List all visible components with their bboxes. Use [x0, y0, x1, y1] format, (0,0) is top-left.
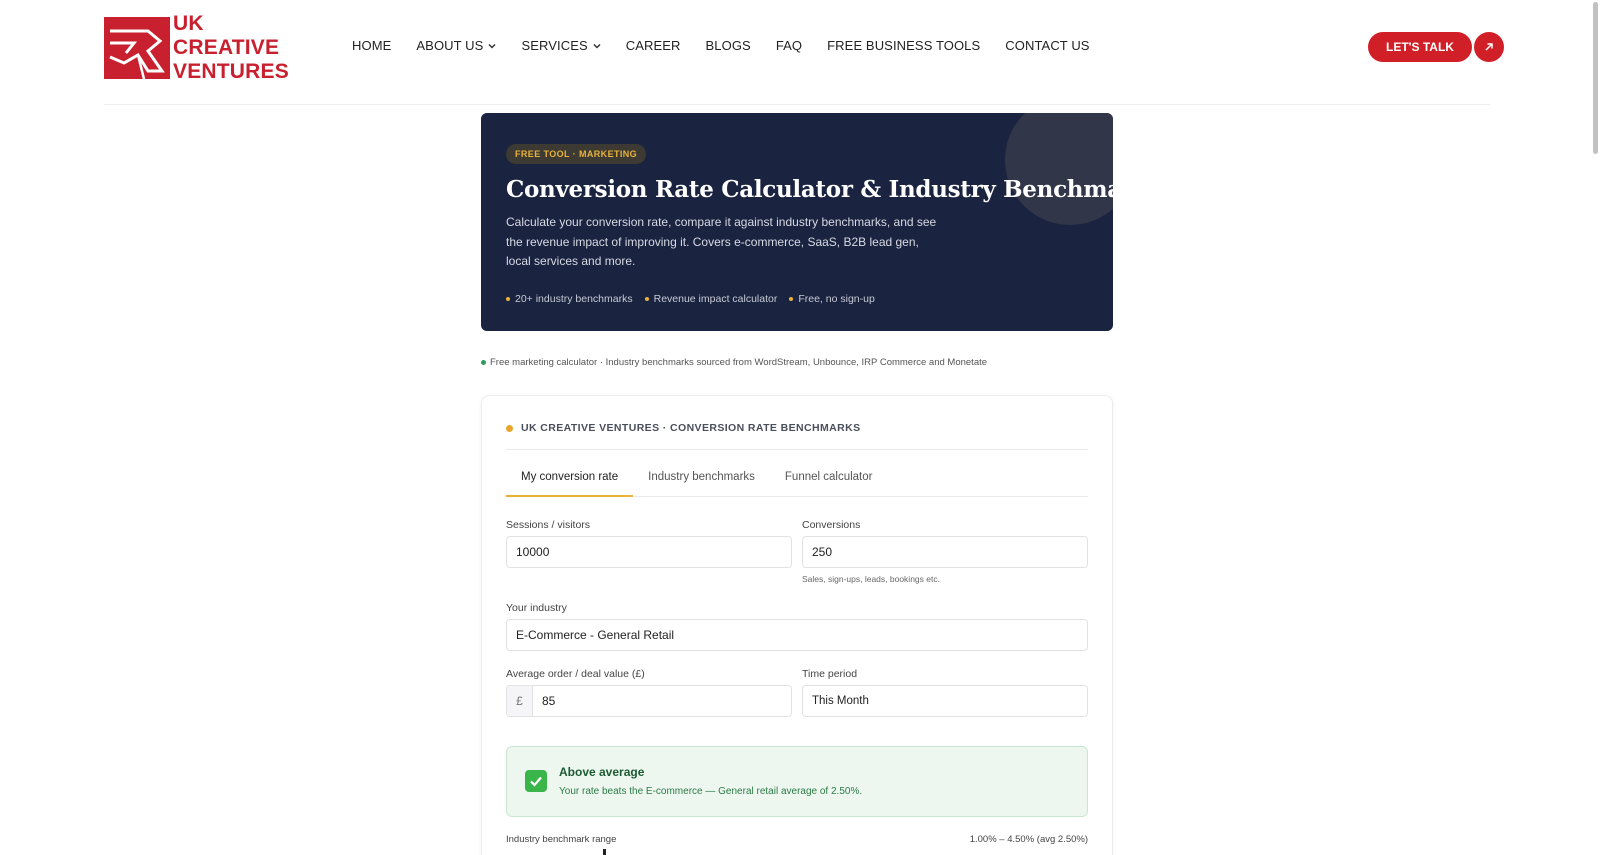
hero-description: Calculate your conversion rate, compare … — [506, 215, 937, 268]
nav-label: ABOUT US — [416, 38, 484, 53]
sessions-input[interactable]: 10000 — [506, 536, 792, 568]
bullet-dot-icon — [644, 297, 649, 301]
order-value-label: Average order / deal value (£) — [506, 668, 645, 680]
tab-my-conversion-rate[interactable]: My conversion rate — [506, 464, 634, 497]
nav-item-contact-us[interactable]: CONTACT US — [1005, 38, 1089, 53]
nav-item-blogs[interactable]: BLOGS — [706, 38, 751, 53]
site-header: UK CREATIVE VENTURES HOME ABOUT US SERVI… — [0, 0, 1600, 105]
hero-feature-label: Free, no sign-up — [798, 293, 875, 305]
currency-prefix: £ — [507, 686, 533, 716]
hero-tag-badge: FREE TOOL · MARKETING — [506, 144, 647, 164]
card-divider — [506, 449, 1088, 450]
hero-feature-label: 20+ industry benchmarks — [515, 293, 633, 305]
nav-label: CAREER — [625, 38, 681, 53]
nav-label: CONTACT US — [1005, 38, 1090, 53]
conversions-input[interactable]: 250 — [802, 536, 1088, 568]
hero-feature-list: 20+ industry benchmarks Revenue impact c… — [506, 293, 887, 305]
tab-industry-benchmarks[interactable]: Industry benchmarks — [633, 464, 770, 497]
nav-item-home[interactable]: HOME — [352, 38, 391, 53]
page-scrollbar[interactable] — [1593, 2, 1598, 154]
calculator-heading: UK CREATIVE VENTURES · CONVERSION RATE B… — [506, 422, 860, 434]
hero-feature: Revenue impact calculator — [644, 293, 778, 305]
result-text: Your rate beats the E-commerce — General… — [559, 786, 863, 797]
chevron-down-icon — [593, 43, 601, 49]
sessions-label: Sessions / visitors — [506, 519, 591, 531]
bullet-dot-icon — [789, 297, 794, 301]
nav-item-career[interactable]: CAREER — [626, 38, 681, 53]
logo-line: UK — [173, 12, 204, 35]
main-nav: HOME ABOUT US SERVICES CAREER BLOGS FAQ … — [352, 38, 1115, 53]
nav-label: FAQ — [775, 38, 803, 53]
heading-dot-icon — [506, 424, 513, 432]
header-divider — [104, 104, 1490, 105]
calculator-tabs: My conversion rate Industry benchmarks F… — [506, 464, 1088, 497]
checkmark-icon — [525, 770, 547, 792]
nav-item-free-business-tools[interactable]: FREE BUSINESS TOOLS — [827, 38, 980, 53]
conversions-label: Conversions — [802, 519, 861, 531]
conversions-hint: Sales, sign-ups, leads, bookings etc. — [802, 574, 940, 584]
tab-funnel-calculator[interactable]: Funnel calculator — [770, 464, 888, 497]
calculator-card: UK CREATIVE VENTURES · CONVERSION RATE B… — [481, 395, 1113, 855]
logo-line: CREATIVE — [173, 36, 280, 59]
nav-label: SERVICES — [521, 38, 588, 53]
benchmark-range-label: Industry benchmark range — [506, 834, 617, 845]
result-title: Above average — [559, 765, 645, 779]
logo-line: VENTURES — [173, 60, 289, 83]
hero-feature: 20+ industry benchmarks — [506, 293, 633, 305]
benchmark-range-value: 1.00% – 4.50% (avg 2.50%) — [969, 834, 1088, 845]
page-title: Conversion Rate Calculator & Industry Be… — [506, 176, 1113, 203]
nav-label: FREE BUSINESS TOOLS — [827, 38, 981, 53]
nav-label: HOME — [352, 38, 392, 53]
nav-item-about-us[interactable]: ABOUT US — [416, 38, 496, 53]
order-value-input[interactable]: £ 85 — [506, 685, 792, 717]
order-value-text: 85 — [542, 694, 556, 708]
chevron-down-icon — [488, 43, 496, 49]
nav-item-services[interactable]: SERVICES — [521, 38, 601, 53]
calculator-heading-text: UK CREATIVE VENTURES · CONVERSION RATE B… — [521, 422, 861, 434]
time-period-select[interactable]: This Month — [802, 685, 1088, 717]
hero-feature-label: Revenue impact calculator — [653, 293, 778, 305]
nav-item-faq[interactable]: FAQ — [776, 38, 802, 53]
arrow-up-right-icon — [1485, 43, 1493, 51]
bullet-dot-icon — [506, 297, 510, 301]
industry-label: Your industry — [506, 602, 567, 614]
source-notice: Free marketing calculator · Industry ben… — [481, 357, 987, 368]
arrow-up-right-button[interactable] — [1473, 32, 1504, 62]
logo-mark-icon — [104, 17, 170, 79]
source-notice-text: Free marketing calculator · Industry ben… — [490, 357, 988, 368]
time-period-label: Time period — [802, 668, 858, 680]
logo-wordmark: UK CREATIVE VENTURES — [173, 12, 289, 84]
decorative-circle — [1005, 113, 1113, 225]
hero-banner: FREE TOOL · MARKETING Conversion Rate Ca… — [481, 113, 1113, 331]
status-dot-icon — [481, 360, 486, 365]
hero-feature: Free, no sign-up — [789, 293, 875, 305]
industry-select[interactable]: E-Commerce - General Retail — [506, 619, 1088, 651]
benchmark-marker — [603, 849, 606, 855]
lets-talk-cta: LET'S TALK — [1368, 32, 1504, 62]
lets-talk-button[interactable]: LET'S TALK — [1368, 32, 1472, 62]
result-banner: Above average Your rate beats the E-comm… — [506, 746, 1088, 817]
nav-label: BLOGS — [705, 38, 751, 53]
site-logo[interactable]: UK CREATIVE VENTURES — [104, 12, 289, 84]
